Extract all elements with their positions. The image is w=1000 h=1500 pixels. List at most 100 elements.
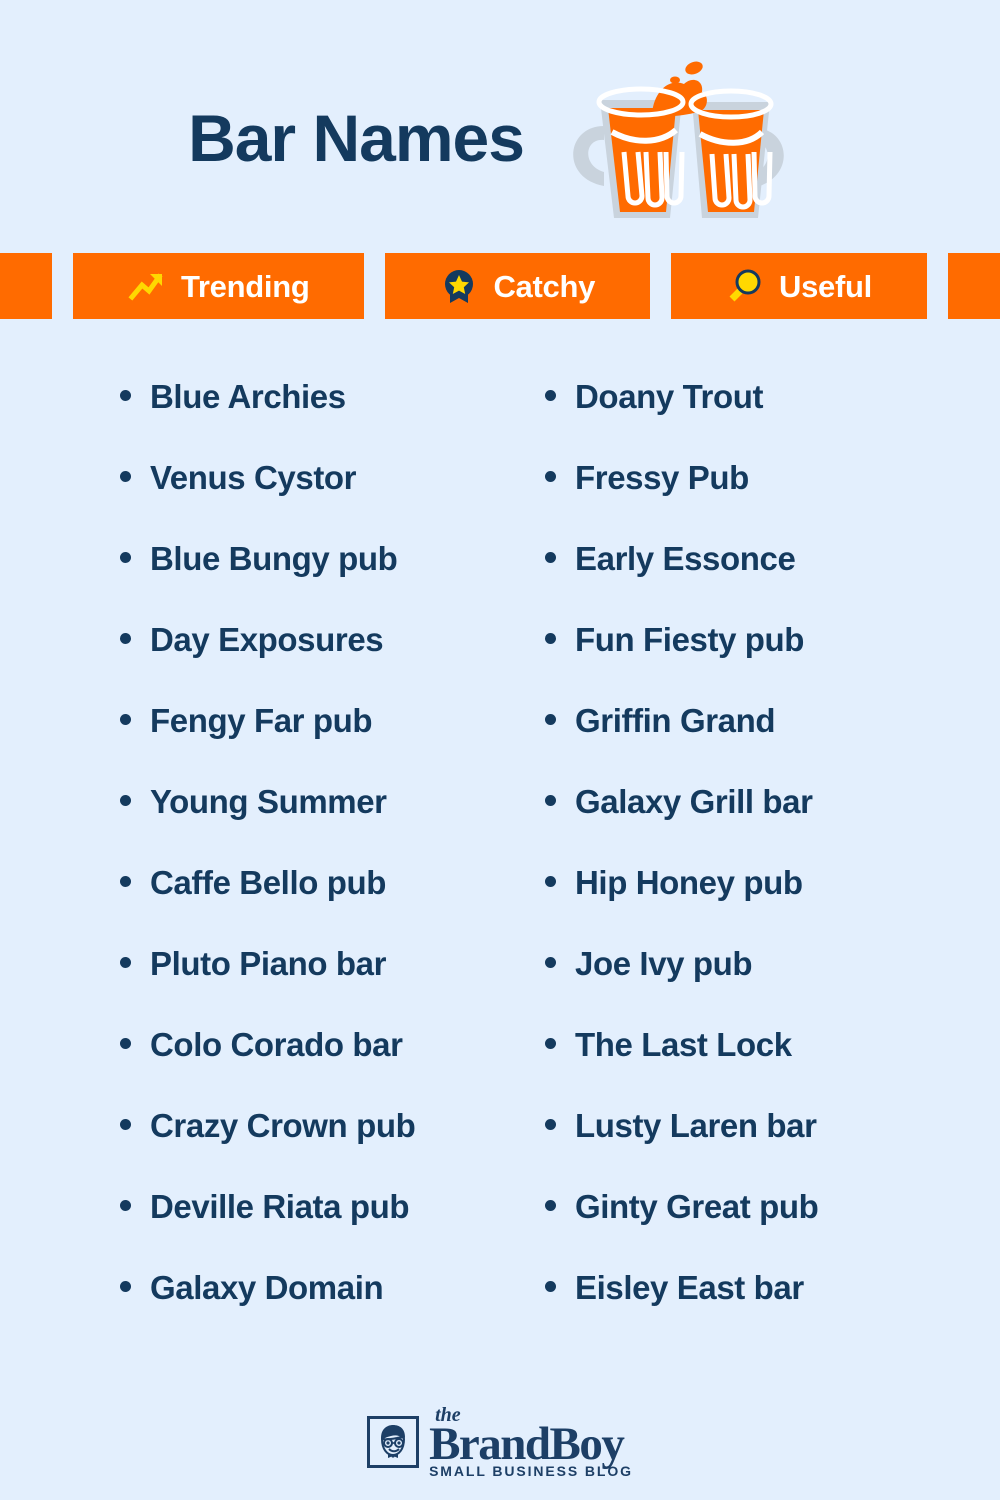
bullet-icon — [545, 552, 556, 563]
list-item-label: The Last Lock — [575, 1026, 792, 1063]
list-item[interactable]: Fun Fiesty pub — [545, 623, 970, 704]
badge-catchy[interactable]: Catchy — [385, 253, 651, 319]
badge-bar-gap — [650, 253, 671, 319]
list-item-label: Galaxy Grill bar — [575, 783, 813, 820]
list-item-label: Hip Honey pub — [575, 864, 803, 901]
footer: the BrandBoy SMALL BUSINESS BLOG — [0, 1405, 1000, 1478]
list-item-label: Fressy Pub — [575, 459, 749, 496]
list-item-label: Galaxy Domain — [150, 1269, 384, 1306]
list-item-label: Joe Ivy pub — [575, 945, 753, 982]
list-item[interactable]: Caffe Bello pub — [120, 866, 545, 947]
bullet-icon — [545, 957, 556, 968]
boy-face-icon — [381, 1424, 406, 1458]
bullet-icon — [545, 471, 556, 482]
list-item-label: Early Essonce — [575, 540, 796, 577]
list-item[interactable]: Blue Archies — [120, 380, 545, 461]
badge-useful-label: Useful — [779, 268, 872, 304]
list-item-label: Caffe Bello pub — [150, 864, 387, 901]
bullet-icon — [120, 1281, 131, 1292]
list-item-label: Crazy Crown pub — [150, 1107, 416, 1144]
list-item[interactable]: Galaxy Grill bar — [545, 785, 970, 866]
list-item-label: Doany Trout — [575, 378, 764, 415]
list-item[interactable]: Venus Cystor — [120, 461, 545, 542]
bullet-icon — [120, 714, 131, 725]
list-item-label: Blue Bungy pub — [150, 540, 398, 577]
bullet-icon — [545, 1038, 556, 1049]
badge-useful[interactable]: Useful — [671, 253, 927, 319]
list-item[interactable]: Joe Ivy pub — [545, 947, 970, 1028]
bullet-icon — [120, 957, 131, 968]
bullet-icon — [120, 633, 131, 644]
badge-trending-label: Trending — [180, 268, 310, 304]
name-lists: Blue Archies Venus Cystor Blue Bungy pub… — [0, 380, 1000, 1352]
list-item[interactable]: Pluto Piano bar — [120, 947, 545, 1028]
trending-up-icon — [128, 273, 163, 301]
list-item-label: Griffin Grand — [575, 702, 776, 739]
list-item[interactable]: Lusty Laren bar — [545, 1109, 970, 1190]
list-item[interactable]: Young Summer — [120, 785, 545, 866]
list-item[interactable]: Griffin Grand — [545, 704, 970, 785]
badge-bar: Trending Catchy Useful — [0, 253, 1000, 319]
list-item[interactable]: Eisley East bar — [545, 1271, 970, 1352]
bullet-icon — [545, 876, 556, 887]
list-item-label: Fun Fiesty pub — [575, 621, 805, 658]
bullet-icon — [545, 1119, 556, 1130]
brand-logo[interactable]: the BrandBoy SMALL BUSINESS BLOG — [367, 1405, 633, 1478]
list-item[interactable]: Crazy Crown pub — [120, 1109, 545, 1190]
name-column-right: Doany Trout Fressy Pub Early Essonce Fun… — [545, 380, 970, 1352]
list-item[interactable]: Fressy Pub — [545, 461, 970, 542]
list-item-label: Colo Corado bar — [150, 1026, 403, 1063]
list-item-label: Venus Cystor — [150, 459, 357, 496]
list-item[interactable]: Ginty Great pub — [545, 1190, 970, 1271]
list-item[interactable]: Doany Trout — [545, 380, 970, 461]
name-column-left: Blue Archies Venus Cystor Blue Bungy pub… — [120, 380, 545, 1352]
badge-trending[interactable]: Trending — [73, 253, 365, 319]
badge-bar-gap — [927, 253, 948, 319]
bullet-icon — [120, 471, 131, 482]
bullet-icon — [120, 552, 131, 563]
list-item[interactable]: Deville Riata pub — [120, 1190, 545, 1271]
list-item-label: Deville Riata pub — [150, 1188, 410, 1225]
list-item[interactable]: Galaxy Domain — [120, 1271, 545, 1352]
bullet-icon — [120, 390, 131, 401]
logo-tagline: SMALL BUSINESS BLOG — [429, 1463, 633, 1479]
page-title: Bar Names — [188, 101, 525, 175]
list-item[interactable]: The Last Lock — [545, 1028, 970, 1109]
bullet-icon — [545, 714, 556, 725]
magnifying-glass-icon — [729, 269, 761, 302]
list-item[interactable]: Blue Bungy pub — [120, 542, 545, 623]
list-item[interactable]: Hip Honey pub — [545, 866, 970, 947]
list-item[interactable]: Early Essonce — [545, 542, 970, 623]
bullet-icon — [120, 795, 131, 806]
list-item-label: Blue Archies — [150, 378, 346, 415]
list-item[interactable]: Fengy Far pub — [120, 704, 545, 785]
logo-wordmark: the BrandBoy SMALL BUSINESS BLOG — [429, 1405, 633, 1478]
list-item-label: Eisley East bar — [575, 1269, 804, 1306]
bullet-icon — [545, 390, 556, 401]
bullet-icon — [545, 633, 556, 644]
bullet-icon — [545, 1200, 556, 1211]
bullet-icon — [120, 1200, 131, 1211]
award-star-icon — [445, 270, 474, 303]
badge-bar-gap — [52, 253, 73, 319]
bullet-icon — [120, 1038, 131, 1049]
list-item-label: Young Summer — [150, 783, 387, 820]
bullet-icon — [545, 1281, 556, 1292]
logo-frame — [367, 1415, 420, 1468]
list-item-label: Fengy Far pub — [150, 702, 373, 739]
list-item[interactable]: Colo Corado bar — [120, 1028, 545, 1109]
list-item-label: Day Exposures — [150, 621, 384, 658]
bullet-icon — [545, 795, 556, 806]
list-item-label: Ginty Great pub — [575, 1188, 819, 1225]
badge-bar-left-edge — [0, 253, 52, 319]
list-item-label: Pluto Piano bar — [150, 945, 387, 982]
list-item-label: Lusty Laren bar — [575, 1107, 817, 1144]
page-header: Bar Names — [0, 0, 1000, 252]
logo-main-text: BrandBoy — [429, 1418, 625, 1470]
beer-mugs-cheers-icon — [573, 61, 784, 218]
bullet-icon — [120, 876, 131, 887]
bullet-icon — [120, 1119, 131, 1130]
badge-bar-gap — [364, 253, 385, 319]
badge-catchy-label: Catchy — [493, 268, 596, 304]
list-item[interactable]: Day Exposures — [120, 623, 545, 704]
